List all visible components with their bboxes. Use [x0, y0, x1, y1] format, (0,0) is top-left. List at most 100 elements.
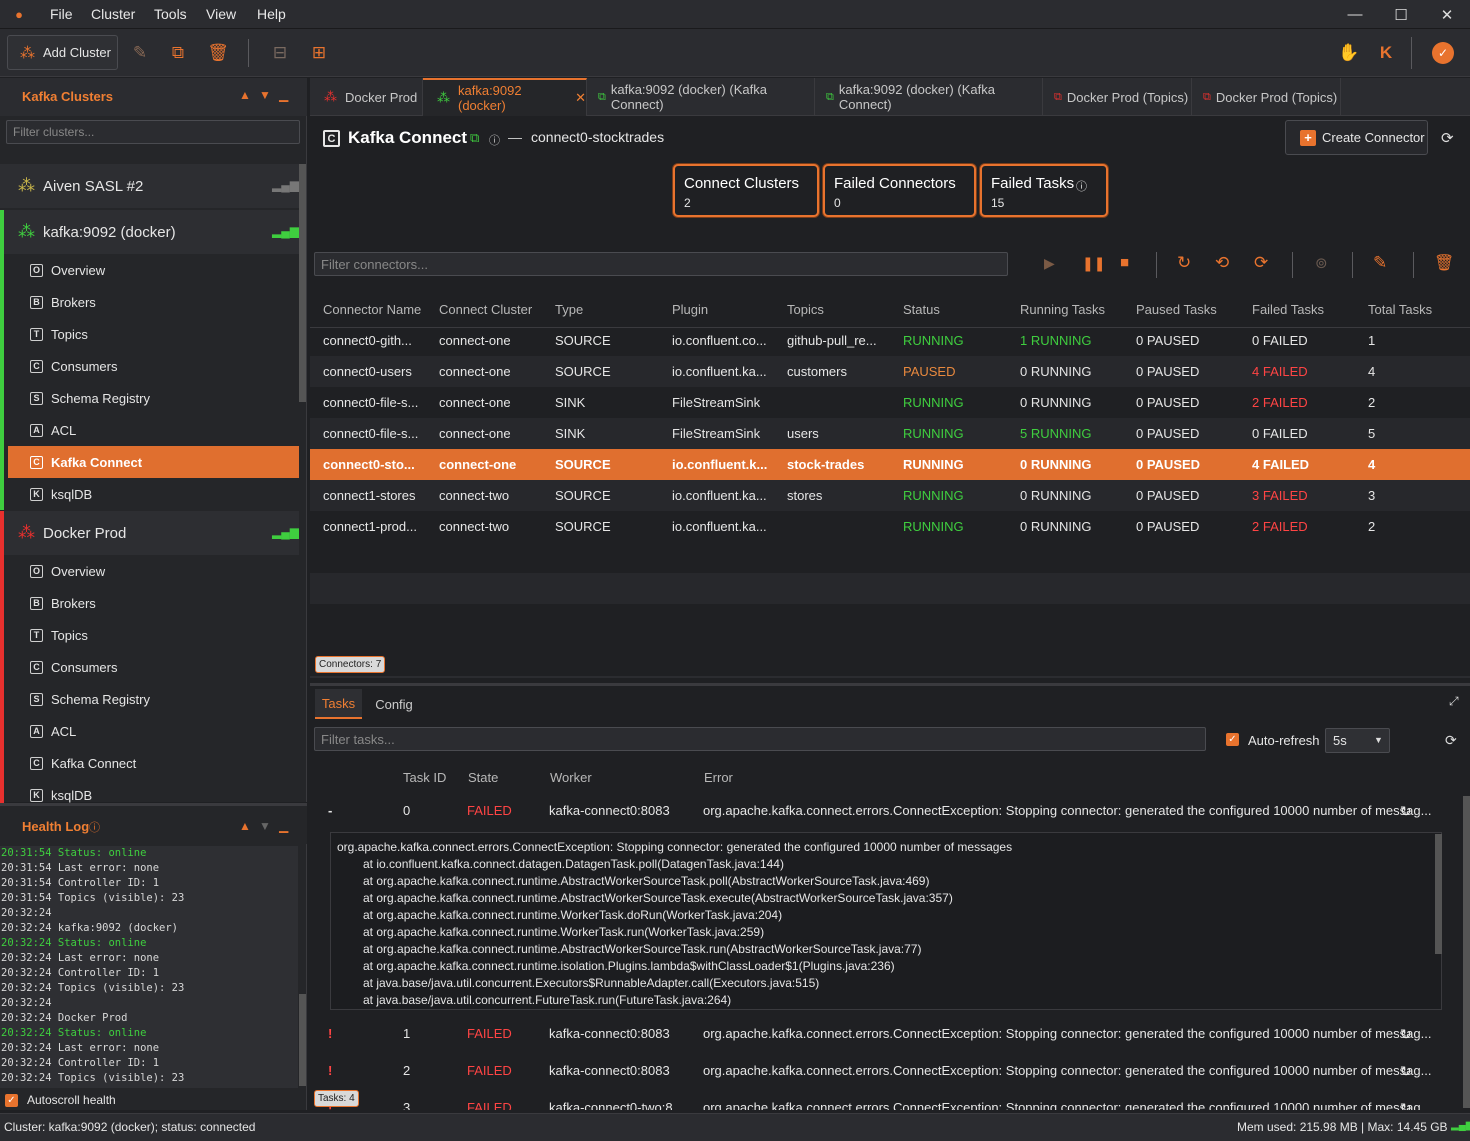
pause-icon[interactable]: ❚❚ [1082, 255, 1105, 272]
task-row[interactable]: - 0 FAILED kafka-connect0:8083 org.apache.ka… [310, 793, 1462, 829]
edit-icon[interactable]: ✎ [130, 37, 150, 69]
disconnect-icon[interactable]: ⊟ [270, 37, 290, 69]
restart-tasks-icon[interactable]: ⟲ [1215, 253, 1229, 273]
tab-docker-prod[interactable]: ⁂ Docker Prod [310, 78, 423, 116]
menu-cluster[interactable]: Cluster [87, 0, 139, 29]
nav-topics[interactable]: T Topics [8, 318, 299, 350]
task-row[interactable]: !3FAILEDkafka-connect0-two:8...org.apach… [310, 1090, 1462, 1110]
tab-kafka-connect-1[interactable]: ⧉ kafka:9092 (docker) (Kafka Connect) [587, 78, 815, 116]
table-row[interactable]: connect0-sto... connect-one SOURCE io.confl… [310, 449, 1470, 480]
task-row[interactable]: ! 2 FAILED kafka-connect0:8083 org.apache.ka… [310, 1053, 1462, 1089]
arrow-up-icon[interactable]: ▲ [239, 88, 251, 102]
column-header[interactable]: Status [903, 292, 940, 328]
close-tab-icon[interactable]: ✕ [575, 90, 586, 106]
column-header[interactable]: Error [704, 760, 733, 796]
scrollbar[interactable] [1463, 796, 1470, 1108]
warning-icon[interactable]: ! [328, 1016, 332, 1052]
nav-brokers[interactable]: B Brokers [8, 587, 299, 619]
column-header[interactable]: Topics [787, 292, 824, 328]
copy-icon[interactable]: ⧉ [470, 130, 479, 146]
tab-docker-prod-topics-2[interactable]: ⧉ Docker Prod (Topics) [1192, 78, 1341, 116]
nav-consumers[interactable]: C Consumers [8, 651, 299, 683]
restart-icon[interactable]: ↻ [1177, 253, 1191, 273]
nav-overview[interactable]: O Overview [8, 555, 299, 587]
tab-docker-prod-topics-1[interactable]: ⧉ Docker Prod (Topics) [1043, 78, 1192, 116]
task-row[interactable]: ! 1 FAILED kafka-connect0:8083 org.apache.ka… [310, 1016, 1462, 1052]
k-logo-icon[interactable]: K [1376, 37, 1396, 69]
filter-connectors-input[interactable]: Filter connectors... [314, 252, 1008, 276]
restart-task-icon[interactable]: ↻ [1400, 1090, 1412, 1110]
column-header[interactable]: State [468, 760, 498, 796]
column-header[interactable]: Running Tasks [1020, 292, 1105, 328]
check-circle-icon[interactable]: ✓ [1432, 42, 1454, 64]
nav-kafka-connect[interactable]: C Kafka Connect [8, 446, 299, 478]
minimize-panel-icon[interactable]: ▁ [279, 88, 288, 102]
nav-overview[interactable]: O Overview [8, 254, 299, 286]
arrow-down-icon[interactable]: ▼ [259, 819, 271, 833]
create-connector-button[interactable]: + Create Connector [1285, 120, 1428, 155]
restart-task-icon[interactable]: ↻ [1400, 793, 1412, 829]
column-header[interactable]: Failed Tasks [1252, 292, 1324, 328]
tab-config[interactable]: Config [365, 689, 423, 719]
column-header[interactable]: Total Tasks [1368, 292, 1432, 328]
minimize-icon[interactable]: — [1332, 0, 1378, 29]
edit-icon[interactable]: ✎ [1373, 253, 1387, 273]
table-row[interactable]: connect0-file-s... connect-one SINK FileStr… [310, 387, 1470, 418]
column-header[interactable]: Plugin [672, 292, 708, 328]
collapse-icon[interactable]: - [328, 793, 332, 829]
delete-icon[interactable]: 🗑 [207, 37, 229, 69]
filter-clusters-input[interactable]: Filter clusters... [6, 120, 300, 144]
column-header[interactable]: Connector Name [323, 292, 421, 328]
reset-offsets-icon[interactable]: ⊚ [1315, 254, 1328, 272]
column-header[interactable]: Worker [550, 760, 592, 796]
tab-tasks[interactable]: Tasks [315, 689, 362, 719]
close-icon[interactable]: ✕ [1424, 0, 1470, 29]
help-icon[interactable]: ⓘ [89, 819, 100, 835]
cluster-docker-prod[interactable]: ⁂ Docker Prod ▂▄▆ [0, 511, 299, 555]
play-icon[interactable]: ▶ [1044, 255, 1055, 272]
table-row[interactable]: connect1-stores connect-two SOURCE io.confl… [310, 480, 1470, 511]
column-header[interactable]: Task ID [403, 760, 446, 796]
help-icon[interactable]: ⓘ [489, 132, 500, 148]
menu-file[interactable]: File [46, 0, 77, 29]
nav-brokers[interactable]: B Brokers [8, 286, 299, 318]
arrow-down-icon[interactable]: ▼ [259, 88, 271, 102]
restart-failed-icon[interactable]: ⟳ [1254, 253, 1268, 273]
nav-topics[interactable]: T Topics [8, 619, 299, 651]
copy-icon[interactable]: ⧉ [168, 37, 188, 69]
expand-icon[interactable]: ⤢ [1449, 694, 1459, 709]
nav-schema-registry[interactable]: S Schema Registry [8, 683, 299, 715]
cluster-kafka-docker[interactable]: ⁂ kafka:9092 (docker) ▂▄▆ [0, 210, 299, 254]
column-header[interactable]: Type [555, 292, 583, 328]
warning-icon[interactable]: ! [328, 1053, 332, 1089]
nav-acl[interactable]: A ACL [8, 715, 299, 747]
restart-task-icon[interactable]: ↻ [1400, 1016, 1412, 1052]
stop-icon[interactable]: ■ [1120, 254, 1129, 271]
table-row[interactable]: connect0-gith... connect-one SOURCE io.conf… [310, 325, 1470, 356]
nav-consumers[interactable]: C Consumers [8, 350, 299, 382]
tab-kafka-docker[interactable]: ⁂ kafka:9092 (docker) ✕ [423, 78, 587, 116]
tab-kafka-connect-2[interactable]: ⧉ kafka:9092 (docker) (Kafka Connect) [815, 78, 1043, 116]
menu-help[interactable]: Help [253, 0, 290, 29]
refresh-icon[interactable]: ⟳ [1441, 129, 1454, 147]
restart-task-icon[interactable]: ↻ [1400, 1053, 1412, 1089]
table-row[interactable]: connect0-users connect-one SOURCE io.conflu… [310, 356, 1470, 387]
arrow-up-icon[interactable]: ▲ [239, 819, 251, 833]
refresh-interval-select[interactable]: 5s ▼ [1325, 728, 1390, 753]
cluster-aiven[interactable]: ⁂ Aiven SASL #2 ▂▄▆ [0, 164, 299, 208]
minimize-panel-icon[interactable]: ▁ [279, 819, 288, 833]
connect-icon[interactable]: ⊞ [309, 37, 329, 69]
scrollbar[interactable] [1435, 834, 1442, 954]
hand-icon[interactable]: ✋ [1338, 37, 1360, 69]
column-header[interactable]: Paused Tasks [1136, 292, 1217, 328]
scrollbar[interactable] [299, 164, 306, 402]
auto-refresh-checkbox[interactable]: ✓ [1226, 733, 1239, 746]
delete-icon[interactable]: 🗑 [1434, 253, 1454, 273]
refresh-icon[interactable]: ⟳ [1445, 732, 1457, 749]
column-header[interactable]: Connect Cluster [439, 292, 532, 328]
add-cluster-button[interactable]: ⁂ Add Cluster [7, 35, 118, 70]
help-icon[interactable]: ⓘ [1076, 178, 1087, 194]
table-row[interactable]: connect0-file-s... connect-one SINK FileStr… [310, 418, 1470, 449]
table-row[interactable]: connect1-prod... connect-two SOURCE io.conf… [310, 511, 1470, 542]
nav-acl[interactable]: A ACL [8, 414, 299, 446]
